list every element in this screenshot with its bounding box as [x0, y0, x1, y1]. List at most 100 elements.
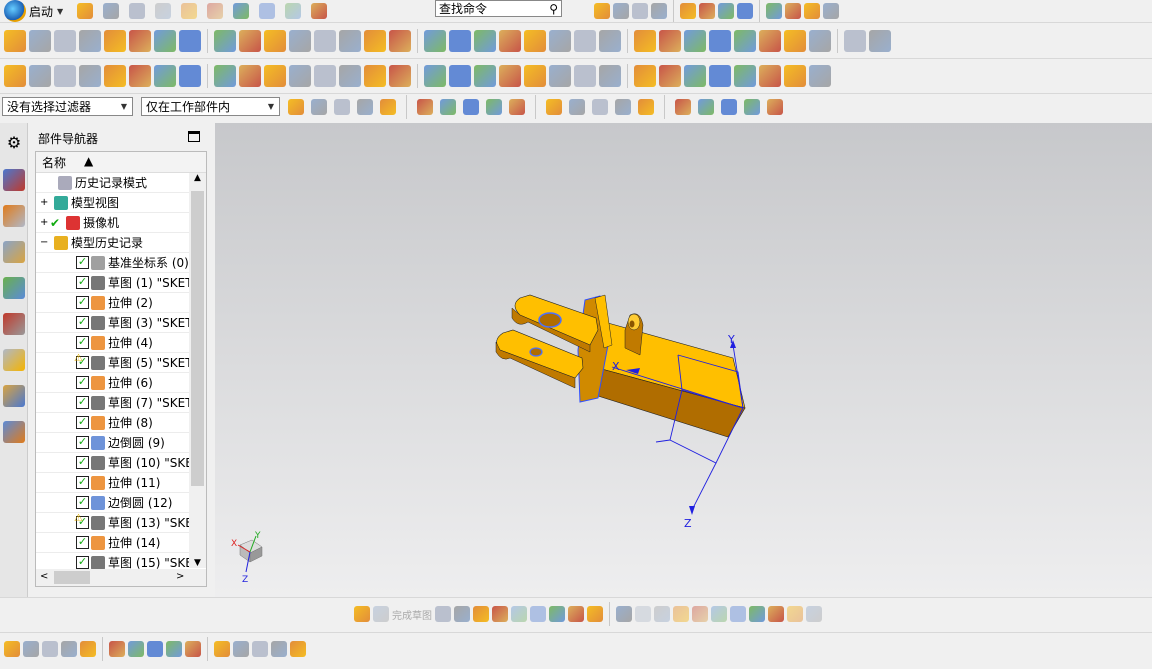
hole-icon[interactable]: [79, 30, 101, 52]
circle-icon[interactable]: [492, 606, 508, 622]
sew-icon[interactable]: [599, 30, 621, 52]
finish-sketch-icon[interactable]: [373, 606, 389, 622]
thicken-icon[interactable]: [474, 30, 496, 52]
cross-point-icon[interactable]: [698, 99, 714, 115]
draft-icon[interactable]: [424, 30, 446, 52]
fillet-icon[interactable]: [129, 30, 151, 52]
subtract-icon[interactable]: [339, 30, 361, 52]
trim-body-icon[interactable]: [314, 30, 336, 52]
tree-node[interactable]: + 模型视图: [36, 193, 190, 213]
cone-icon[interactable]: [239, 65, 261, 87]
arc-icon[interactable]: [473, 606, 489, 622]
split-body-icon[interactable]: [264, 30, 286, 52]
save-icon[interactable]: [129, 3, 146, 19]
pattern-icon[interactable]: [214, 30, 236, 52]
revolve-icon[interactable]: [54, 30, 76, 52]
flip-icon[interactable]: [809, 65, 831, 87]
check-clearance-icon[interactable]: [129, 65, 151, 87]
relationship-browser-icon[interactable]: [271, 641, 287, 657]
rotate-select-icon[interactable]: [357, 99, 373, 115]
touch-mode-icon[interactable]: [311, 3, 328, 19]
system-materials-icon[interactable]: [3, 421, 25, 443]
shell-icon[interactable]: [154, 30, 176, 52]
face-select-icon[interactable]: [440, 99, 456, 115]
redo-icon[interactable]: [259, 3, 276, 19]
emboss-icon[interactable]: [179, 30, 201, 52]
surface-edit-icon[interactable]: [734, 65, 756, 87]
interpart-link-icon[interactable]: [252, 641, 268, 657]
snap-point-icon[interactable]: [486, 99, 502, 115]
triangle-icon[interactable]: [389, 65, 411, 87]
expand-toggle[interactable]: +: [40, 197, 50, 208]
update-icon[interactable]: [806, 606, 822, 622]
fit-view-icon[interactable]: [594, 3, 610, 19]
assembly-constraint-icon[interactable]: [147, 641, 163, 657]
feature-row[interactable]: ⚠✓草图 (5) "SKETCH_002": [36, 353, 190, 373]
feature-row[interactable]: ✓ 拉伸 (8): [36, 413, 190, 433]
gear-set-icon[interactable]: [474, 65, 496, 87]
spring-icon[interactable]: [314, 65, 336, 87]
line-icon[interactable]: [634, 65, 656, 87]
body-select-icon[interactable]: [463, 99, 479, 115]
table-icon[interactable]: [737, 3, 753, 19]
visibility-checkbox[interactable]: ✓: [76, 376, 89, 389]
column-header-name[interactable]: 名称 ▲: [36, 152, 206, 173]
feature-row[interactable]: ✓ 草图 (3) "SKETCH_001": [36, 313, 190, 333]
tree-node[interactable]: − 模型历史记录: [36, 233, 190, 253]
offset-face-icon[interactable]: [389, 30, 411, 52]
quadrant-icon[interactable]: [744, 99, 760, 115]
visibility-checkbox[interactable]: ✓: [76, 256, 89, 269]
blend-icon[interactable]: [449, 30, 471, 52]
constraint-navigator-icon[interactable]: [3, 205, 25, 227]
list-icon[interactable]: [766, 3, 782, 19]
sequence-icon[interactable]: [214, 641, 230, 657]
point-set-icon[interactable]: [4, 65, 26, 87]
tag-icon[interactable]: [79, 65, 101, 87]
visibility-checkbox[interactable]: ✓: [76, 536, 89, 549]
visibility-checkbox[interactable]: ✓: [76, 416, 89, 429]
mirror-assembly-icon[interactable]: [109, 641, 125, 657]
rectangle-icon[interactable]: [549, 606, 565, 622]
array-component-icon[interactable]: [80, 641, 96, 657]
patch-icon[interactable]: [634, 30, 656, 52]
layer-list-icon[interactable]: [54, 65, 76, 87]
sketch-settings-icon[interactable]: [768, 606, 784, 622]
assembly-icon[interactable]: [574, 65, 596, 87]
add-feature-icon[interactable]: [449, 65, 471, 87]
repeat-command-icon[interactable]: [285, 3, 302, 19]
visibility-checkbox[interactable]: ✓: [76, 556, 89, 569]
through-curves-icon[interactable]: [709, 30, 731, 52]
pattern-geometry-icon[interactable]: [239, 30, 261, 52]
solid-cube-icon[interactable]: [632, 3, 648, 19]
rapid-dimension-icon[interactable]: [692, 606, 708, 622]
web-browser-icon[interactable]: [3, 349, 25, 371]
control-point-icon[interactable]: [592, 99, 608, 115]
clearance-icon[interactable]: [290, 641, 306, 657]
command-search-input[interactable]: 查找命令 ⚲: [435, 0, 562, 17]
annotate-abc-icon[interactable]: [179, 65, 201, 87]
chamfer-icon[interactable]: [524, 30, 546, 52]
shaded-view-icon[interactable]: [613, 3, 629, 19]
feature-row[interactable]: ✓ 拉伸 (6): [36, 373, 190, 393]
settings-icon[interactable]: ⚙: [3, 133, 25, 155]
cut-icon[interactable]: [155, 3, 172, 19]
model-view[interactable]: X Y Z Y X Z: [215, 123, 1152, 597]
maximize-icon[interactable]: [188, 131, 200, 142]
open-folder-icon[interactable]: [103, 3, 120, 19]
tree-node[interactable]: + ✔ 摄像机: [36, 213, 190, 233]
box-select-icon[interactable]: [417, 99, 433, 115]
point-icon[interactable]: [587, 606, 603, 622]
intersection-icon[interactable]: [615, 99, 631, 115]
visibility-checkbox[interactable]: ✓: [76, 496, 89, 509]
dimension-icon[interactable]: [524, 65, 546, 87]
part-icon[interactable]: [869, 30, 891, 52]
hd3d-info-icon[interactable]: [3, 313, 25, 335]
feature-row[interactable]: ⚠✓草图 (13) "SKETCH_005": [36, 513, 190, 533]
ruler-icon[interactable]: [823, 3, 839, 19]
quick-extend-icon[interactable]: [654, 606, 670, 622]
feature-row[interactable]: ✓ 基准坐标系 (0): [36, 253, 190, 273]
feature-row[interactable]: ✓ 边倒圆 (9): [36, 433, 190, 453]
new-file-icon[interactable]: [77, 3, 94, 19]
chamfer-icon[interactable]: [530, 606, 546, 622]
wave-link-icon[interactable]: [233, 641, 249, 657]
